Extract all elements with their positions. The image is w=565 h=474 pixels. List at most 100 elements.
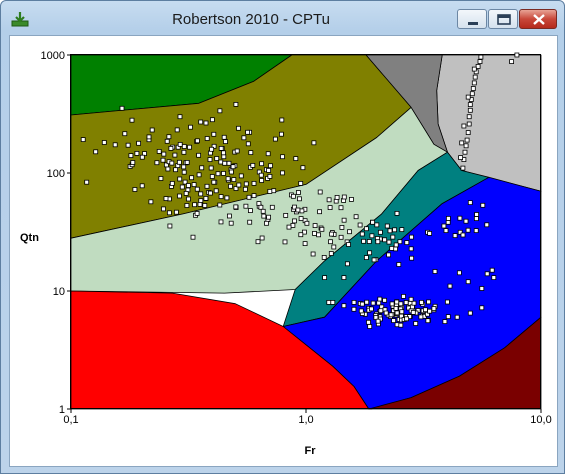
data-point <box>243 181 249 187</box>
data-point <box>209 117 215 123</box>
y-tick-label: 1 <box>59 404 65 416</box>
data-point <box>218 194 224 200</box>
data-point <box>370 219 376 225</box>
data-point <box>329 231 335 237</box>
data-point <box>251 180 257 186</box>
data-point <box>211 179 217 185</box>
data-point <box>250 163 256 168</box>
data-point <box>93 149 99 155</box>
data-point <box>312 230 317 236</box>
data-point <box>454 314 460 320</box>
y-tick-label: 10 <box>53 286 65 298</box>
data-point <box>134 151 140 156</box>
data-point <box>199 165 205 171</box>
data-point <box>295 190 301 195</box>
data-point <box>364 299 370 305</box>
data-point <box>396 262 402 267</box>
title-bar[interactable]: Robertson 2010 - CPTu <box>1 1 564 35</box>
data-point <box>322 275 328 281</box>
data-point <box>442 319 448 325</box>
x-axis-label: Fr <box>305 445 317 457</box>
data-point <box>198 119 204 125</box>
data-point <box>368 306 374 312</box>
data-point <box>351 299 357 305</box>
data-point <box>302 241 308 247</box>
data-point <box>377 229 383 235</box>
data-point <box>339 224 345 230</box>
data-point <box>165 166 171 172</box>
data-point <box>357 222 363 228</box>
data-point <box>128 153 134 158</box>
data-point <box>188 124 193 130</box>
data-point <box>465 279 471 285</box>
data-point <box>509 59 515 65</box>
data-point <box>338 234 344 240</box>
data-point <box>399 309 405 315</box>
data-point <box>166 210 172 216</box>
data-point <box>164 138 170 144</box>
data-point <box>390 234 396 240</box>
data-point <box>228 169 234 175</box>
data-point <box>392 227 398 233</box>
data-point <box>404 240 410 246</box>
data-point <box>211 131 217 137</box>
data-point <box>160 157 166 163</box>
data-point <box>474 212 480 217</box>
data-point <box>386 252 392 258</box>
data-point <box>208 165 214 171</box>
data-point <box>242 186 248 192</box>
data-point <box>467 107 473 113</box>
data-point <box>290 193 296 199</box>
data-point <box>359 231 365 237</box>
data-point <box>411 300 417 306</box>
close-button[interactable] <box>519 9 557 29</box>
data-point <box>467 200 473 206</box>
data-point <box>394 310 400 316</box>
data-point <box>419 299 424 305</box>
data-point <box>330 299 336 305</box>
minimize-button[interactable] <box>457 9 487 29</box>
data-point <box>409 255 415 261</box>
data-point <box>217 108 223 114</box>
maximize-icon <box>497 14 511 25</box>
data-point <box>221 170 226 176</box>
data-point <box>363 226 369 232</box>
data-point <box>398 322 404 328</box>
data-point <box>264 220 269 226</box>
data-point <box>375 239 381 245</box>
data-point <box>463 143 469 149</box>
data-point <box>218 146 224 151</box>
data-point <box>425 318 431 324</box>
data-point <box>209 174 215 179</box>
data-point <box>149 127 155 133</box>
data-point <box>247 208 253 214</box>
minimize-icon <box>468 22 478 25</box>
data-point <box>228 183 233 189</box>
data-point <box>475 63 481 69</box>
data-point <box>374 222 380 228</box>
data-point <box>169 180 175 186</box>
data-point <box>331 244 337 250</box>
data-point <box>177 142 183 147</box>
data-point <box>409 234 414 240</box>
data-point <box>480 202 486 208</box>
data-point <box>484 222 490 228</box>
data-point <box>462 149 468 155</box>
maximize-button[interactable] <box>488 9 518 29</box>
data-point <box>367 324 373 329</box>
data-point <box>326 299 332 305</box>
data-point <box>391 318 397 324</box>
data-point <box>255 239 261 245</box>
data-point <box>132 187 138 192</box>
data-point <box>408 246 414 252</box>
robertson-chart: 0,1 1,0 10,0 1 10 100 1000 Qtn Fr <box>20 50 552 457</box>
data-point <box>334 194 340 200</box>
data-point <box>191 182 197 188</box>
data-point <box>241 135 247 141</box>
data-point <box>259 161 265 167</box>
x-tick-label: 0,1 <box>63 414 78 426</box>
data-point <box>290 222 296 228</box>
data-point <box>186 196 191 202</box>
data-point <box>136 140 141 146</box>
data-point <box>258 172 264 178</box>
